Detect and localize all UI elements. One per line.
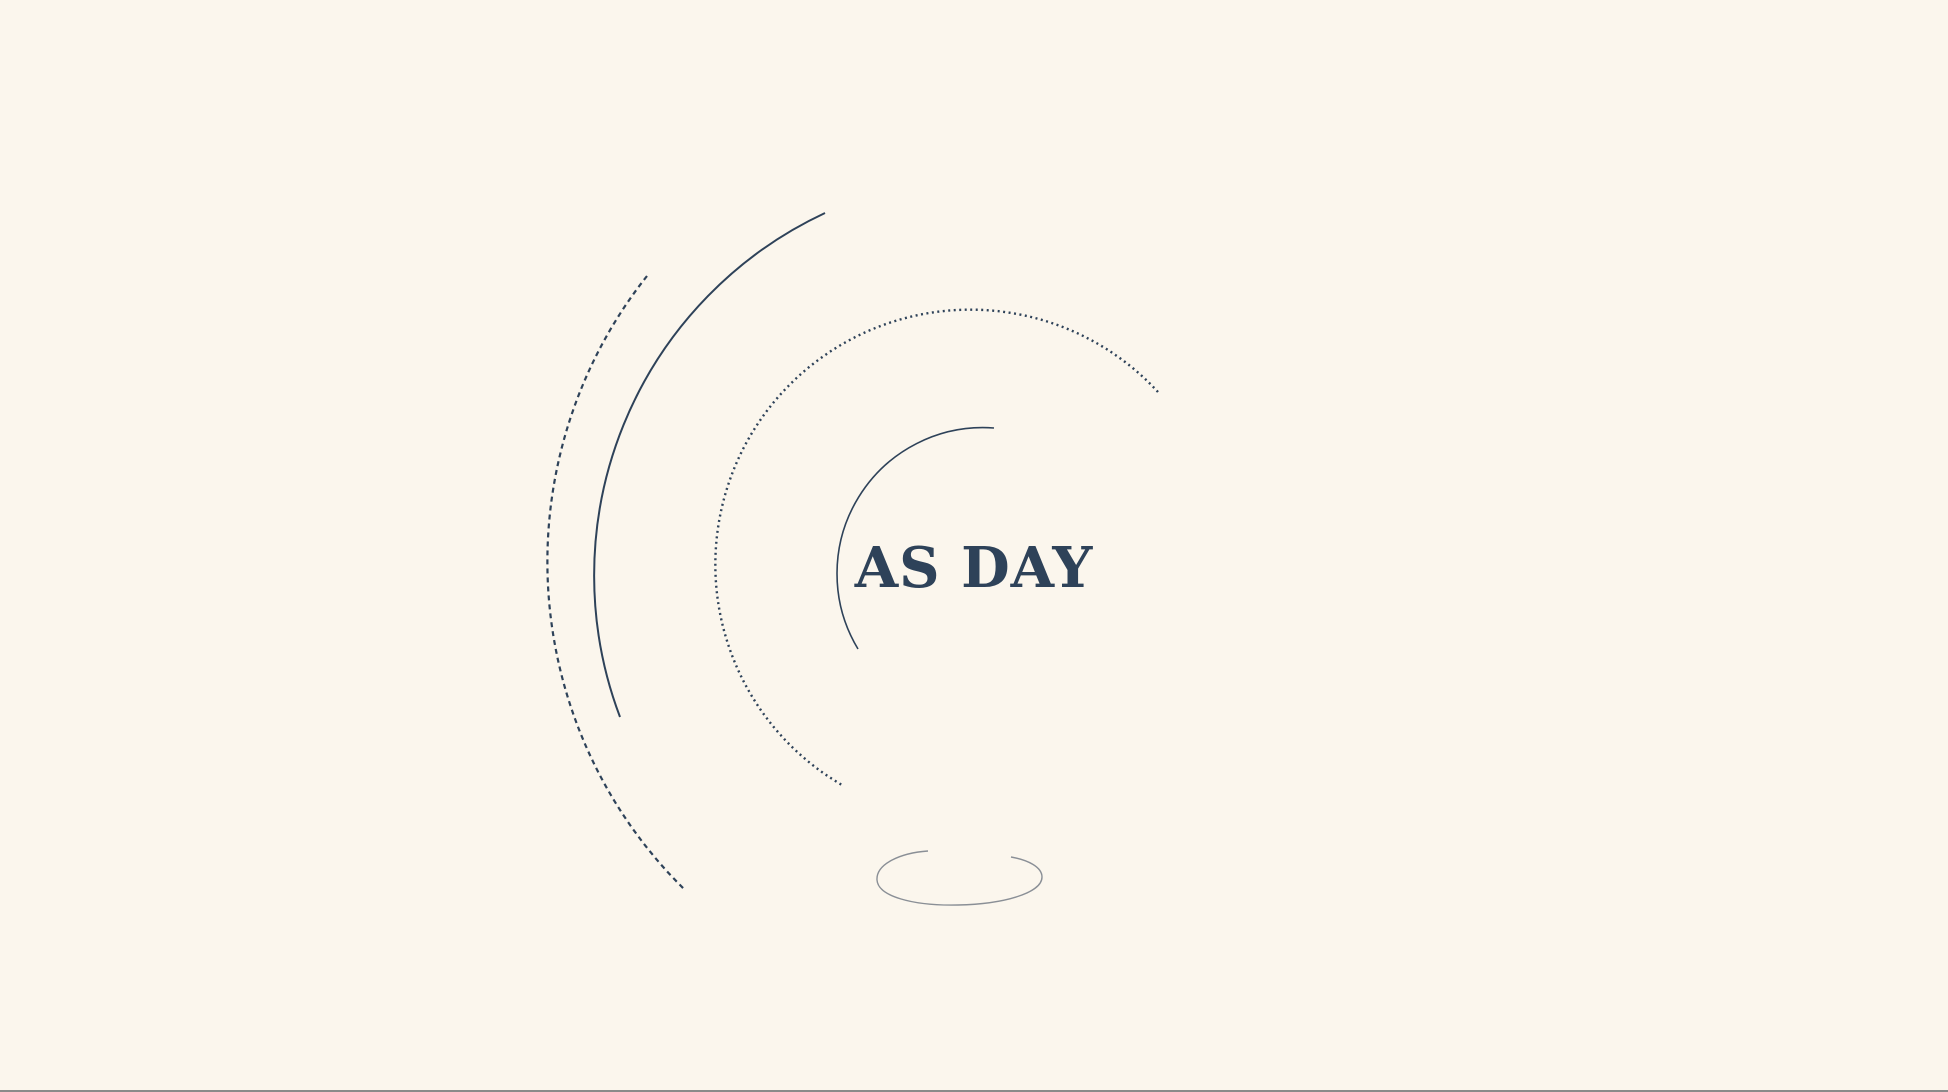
- page-title: AS DAY: [854, 535, 1094, 601]
- large-solid-arc: [593, 212, 826, 718]
- bottom-ellipse: [876, 850, 1043, 906]
- splash-stage: AS DAY: [0, 0, 1948, 1092]
